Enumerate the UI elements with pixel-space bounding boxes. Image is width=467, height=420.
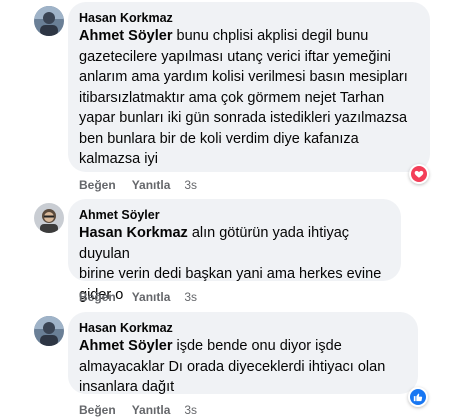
profile-photo-icon [34,203,64,233]
comment-timestamp[interactable]: 3s [184,178,197,192]
comment-line: itibarsızlatmaktır ama çok görmem nejet … [79,89,385,106]
comment-line: insanlara dağıt [79,379,175,395]
comment-line: bunu chplisi akplisi degil bunu [172,28,369,44]
reaction-badge[interactable] [409,164,429,184]
comment-timestamp[interactable]: 3s [184,290,197,304]
reaction-badge[interactable] [408,387,428,407]
reply-button[interactable]: Yanıtla [132,178,171,192]
like-button[interactable]: Beğen [79,290,116,304]
comment-line: ben bunlara bir de koli verdim diye kafa… [79,130,359,147]
mention-link[interactable]: Ahmet Söyler [79,338,172,354]
like-button[interactable]: Beğen [79,178,116,192]
love-reaction-icon [411,166,427,182]
comment-actions: Beğen Yanıtla 3s [79,403,197,417]
reply-button[interactable]: Yanıtla [132,290,171,304]
comment-author[interactable]: Hasan Korkmaz [79,10,418,26]
comment-line: anlarım ama yardım kolisi verilmesi bası… [79,69,408,85]
comment-bubble: Hasan Korkmaz Ahmet Söyler işde bende on… [68,312,418,395]
comment-author[interactable]: Hasan Korkmaz [79,320,406,336]
mention-link[interactable]: Hasan Korkmaz [79,225,188,241]
reply-button[interactable]: Yanıtla [132,403,171,417]
comment-bubble: Hasan Korkmaz Ahmet Söyler bunu chplisi … [68,2,430,172]
comment-actions: Beğen Yanıtla 3s [79,290,197,304]
like-button[interactable]: Beğen [79,403,116,417]
comment-timestamp[interactable]: 3s [184,403,197,417]
comment-bubble: Ahmet Söyler Hasan Korkmaz alın götürün … [68,199,401,303]
comment-line: kalmazsa iyi [79,151,158,167]
avatar[interactable] [34,203,64,233]
mention-link[interactable]: Ahmet Söyler [79,28,172,44]
comment-line: gazetecilere yapılması utanç verici ifta… [79,48,391,65]
like-reaction-icon [410,389,426,405]
comment-actions: Beğen Yanıtla 3s [79,178,197,192]
comment-text: Ahmet Söyler işde bende onu diyor işde a… [79,336,406,398]
comment-line: birine verin dedi başkan yani ama herkes… [79,266,382,282]
comment-author[interactable]: Ahmet Söyler [79,207,389,223]
profile-photo-icon [34,316,64,346]
profile-photo-icon [34,6,64,36]
comment-text: Ahmet Söyler bunu chplisi akplisi degil … [79,26,418,170]
comment-line: almayacaklar Dı orada diyeceklerdi ihtiy… [79,358,386,375]
avatar[interactable] [34,316,64,346]
comment-line: yapar bunları iki gün sonrada istedikler… [79,110,408,126]
comment-line: işde bende onu diyor işde [172,338,342,354]
avatar[interactable] [34,6,64,36]
